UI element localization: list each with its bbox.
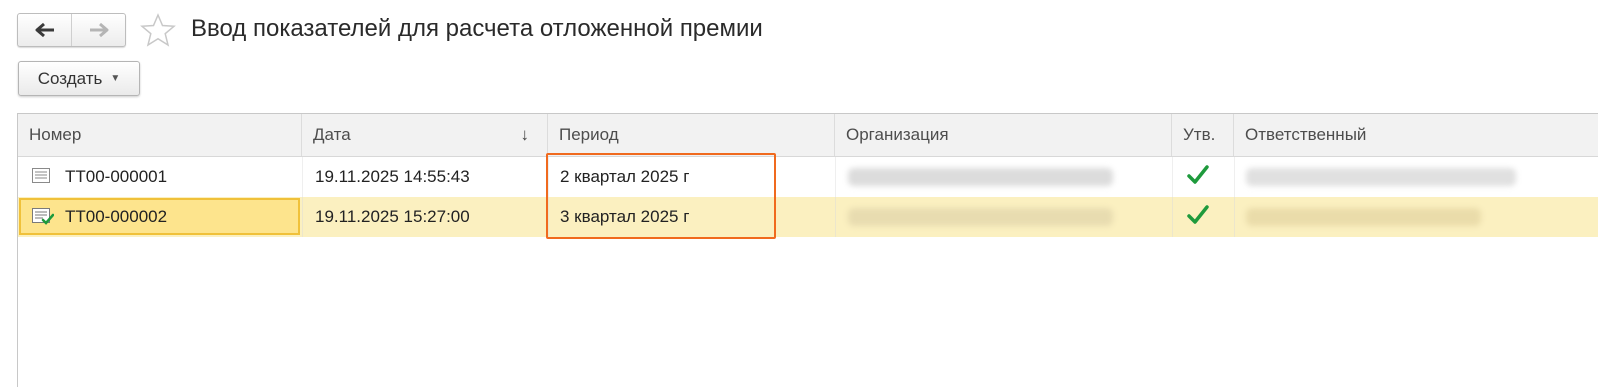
checkmark-icon [1187, 205, 1209, 224]
column-header-number[interactable]: Номер [18, 114, 302, 156]
cell-date: 19.11.2025 15:27:00 [315, 207, 470, 226]
sort-descending-icon: ↓ [520, 125, 530, 144]
forward-arrow-icon [89, 22, 108, 38]
column-header-approved[interactable]: Утв. [1172, 114, 1234, 156]
create-button[interactable]: Создать ▼ [18, 61, 140, 96]
create-button-label: Создать [37, 68, 103, 88]
column-header-date[interactable]: Дата ↓ [302, 114, 548, 156]
column-header-responsible[interactable]: Ответственный [1234, 114, 1598, 156]
table-row[interactable]: ТТ00-000001 19.11.2025 14:55:43 2 кварта… [18, 157, 1598, 197]
document-icon [32, 168, 50, 183]
cell-organization-redacted [848, 168, 1113, 186]
table-header: Номер Дата ↓ Период Организация Утв. Отв… [18, 114, 1598, 157]
page-title: Ввод показателей для расчета отложенной … [191, 15, 763, 42]
cell-number: ТТ00-000001 [65, 167, 168, 186]
forward-button[interactable] [71, 14, 125, 46]
period-highlight-frame [546, 153, 776, 239]
cell-date: 19.11.2025 14:55:43 [315, 167, 470, 186]
dropdown-caret-icon: ▼ [110, 73, 121, 84]
cell-organization-redacted [848, 208, 1113, 226]
column-header-organization[interactable]: Организация [835, 114, 1172, 156]
checkmark-icon [1187, 165, 1209, 184]
column-header-date-label: Дата [313, 125, 351, 144]
back-button[interactable] [18, 14, 71, 46]
cell-responsible-redacted [1246, 208, 1481, 226]
document-posted-icon [32, 208, 54, 225]
column-header-period[interactable]: Период [548, 114, 835, 156]
cell-number: ТТ00-000002 [65, 207, 168, 226]
back-arrow-icon [35, 22, 54, 38]
cell-responsible-redacted [1246, 168, 1516, 186]
navigation-buttons [17, 13, 126, 47]
documents-table: Номер Дата ↓ Период Организация Утв. Отв… [17, 113, 1598, 387]
table-row-selected[interactable]: ТТ00-000002 19.11.2025 15:27:00 3 кварта… [18, 197, 1598, 237]
favorite-star-icon[interactable] [140, 13, 176, 47]
